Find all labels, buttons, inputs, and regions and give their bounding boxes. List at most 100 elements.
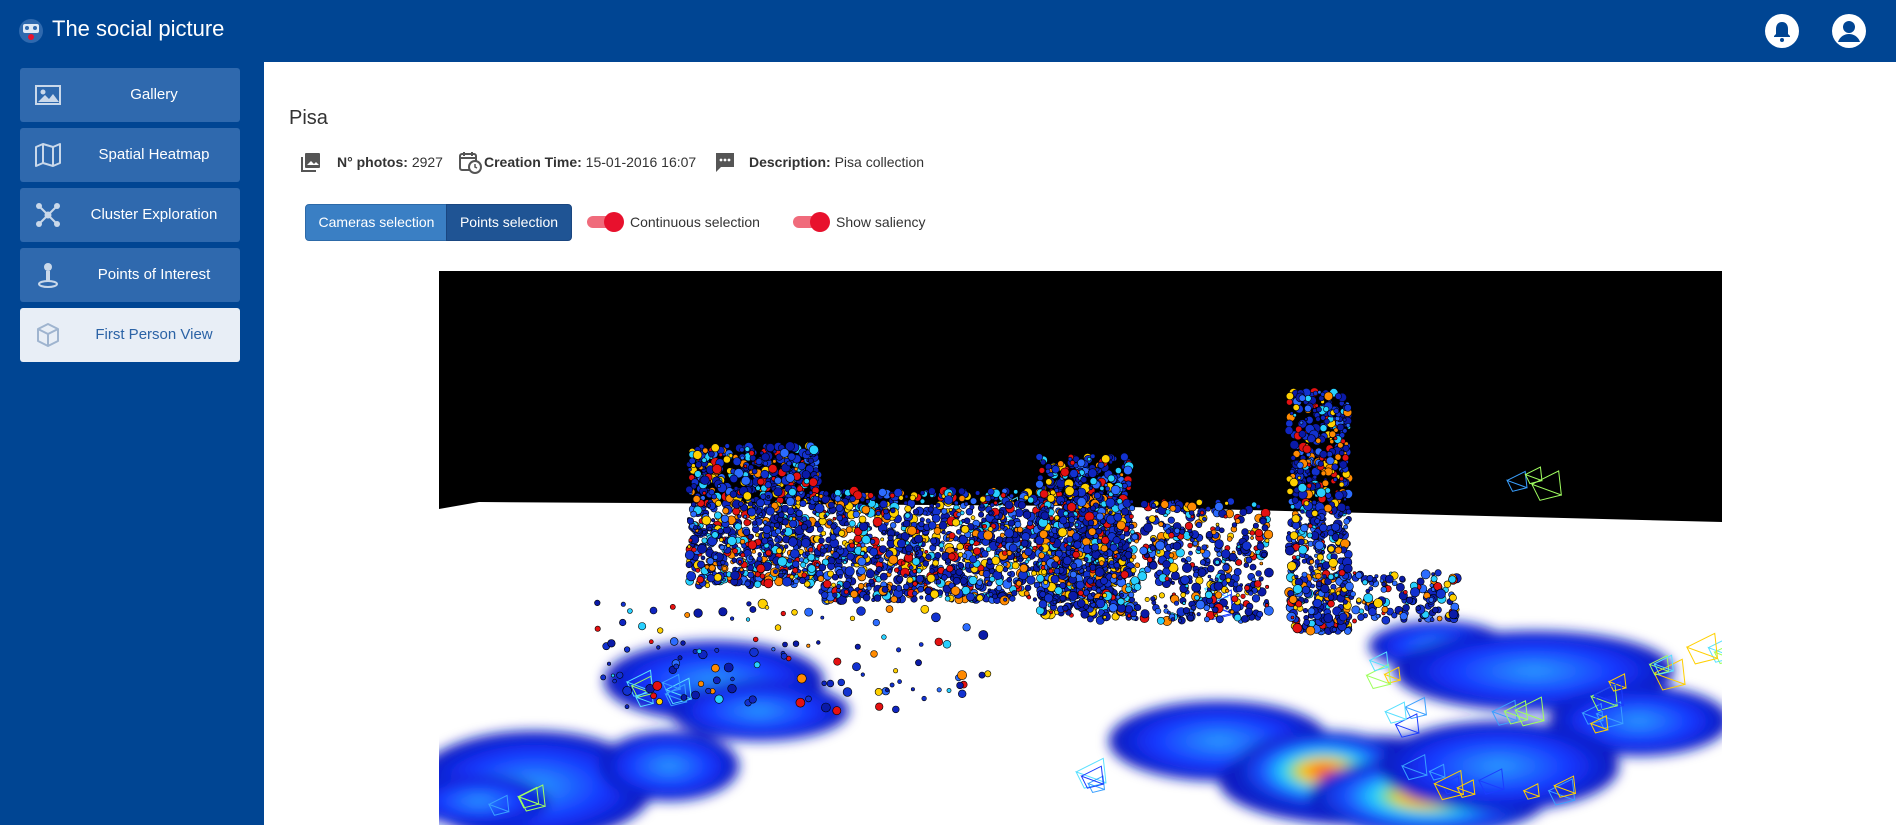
cloud-point <box>1449 593 1457 602</box>
cloud-point <box>1248 590 1254 596</box>
cloud-point <box>729 490 738 498</box>
cloud-point <box>739 567 744 572</box>
cloud-point <box>1344 404 1352 412</box>
cloud-point <box>1115 467 1122 474</box>
cloud-point <box>808 444 819 455</box>
cloud-point <box>1149 561 1158 570</box>
cloud-point <box>1296 461 1304 469</box>
cloud-point <box>1180 557 1186 563</box>
cloud-point <box>798 557 804 563</box>
cloud-point <box>1122 498 1132 508</box>
cloud-point <box>878 557 884 563</box>
cloud-point <box>1197 568 1207 577</box>
cloud-point <box>1430 575 1438 583</box>
cloud-point <box>616 671 624 679</box>
point-cloud-canvas[interactable] <box>439 271 1722 825</box>
points-selection-button[interactable]: Points selection <box>446 204 572 241</box>
cloud-point <box>1356 597 1362 603</box>
cloud-point <box>711 531 719 539</box>
cloud-point <box>742 491 752 501</box>
cloud-point <box>1013 557 1018 562</box>
cloud-point <box>1292 584 1303 594</box>
cloud-point <box>1168 552 1175 559</box>
cloud-point <box>1080 507 1086 513</box>
cloud-point <box>1068 516 1076 524</box>
cloud-point <box>1298 394 1306 402</box>
cloud-point <box>1212 606 1219 613</box>
bell-icon[interactable] <box>1764 13 1800 49</box>
cloud-point <box>771 647 776 652</box>
cloud-point <box>1343 497 1347 502</box>
cloud-point <box>1069 469 1079 478</box>
cloud-point <box>806 643 811 648</box>
cloud-point <box>1249 563 1257 571</box>
cloud-point <box>638 622 647 631</box>
cloud-point <box>1304 417 1308 421</box>
cloud-point <box>983 530 993 541</box>
cloud-point <box>722 566 728 572</box>
cloud-point <box>1177 618 1182 623</box>
cloud-point <box>1089 599 1094 604</box>
cloud-point <box>714 647 720 653</box>
cloud-point <box>818 563 827 572</box>
cloud-point <box>1316 553 1324 561</box>
show-saliency-toggle[interactable] <box>793 212 831 232</box>
cloud-point <box>1123 465 1133 476</box>
cloud-point <box>695 567 701 573</box>
cloud-point <box>1240 593 1246 599</box>
cameras-selection-button[interactable]: Cameras selection <box>305 204 448 241</box>
cloud-point <box>879 572 888 581</box>
sidebar-item-gallery[interactable]: Gallery <box>20 68 240 122</box>
cloud-point <box>1256 610 1264 618</box>
sidebar-item-points-of-interest[interactable]: Points of Interest <box>20 248 240 302</box>
cloud-point <box>1436 615 1443 622</box>
cloud-point <box>821 680 827 686</box>
cloud-point <box>1196 513 1201 518</box>
cloud-point <box>1109 543 1118 552</box>
cloud-point <box>915 551 919 555</box>
cloud-point <box>773 569 778 574</box>
cloud-point <box>1057 460 1065 468</box>
cloud-point <box>696 575 704 584</box>
cloud-point <box>823 514 828 518</box>
sidebar-item-first-person-view[interactable]: First Person View <box>20 308 240 362</box>
cloud-point <box>1073 540 1082 549</box>
cloud-point <box>1111 573 1118 579</box>
cloud-point <box>1041 561 1046 566</box>
cloud-point <box>885 605 894 613</box>
cloud-point <box>834 495 842 502</box>
sidebar: Gallery Spatial Heatmap Cluster Explorat… <box>0 62 264 825</box>
cloud-point <box>711 493 717 500</box>
cloud-point <box>1292 413 1297 418</box>
cloud-point <box>1316 487 1327 498</box>
cloud-point <box>1037 474 1044 482</box>
cloud-point <box>951 518 960 527</box>
cloud-point <box>748 450 755 456</box>
sidebar-item-cluster-exploration[interactable]: Cluster Exploration <box>20 188 240 242</box>
account-icon[interactable] <box>1831 13 1867 49</box>
cloud-point <box>1290 455 1296 461</box>
cloud-point <box>764 481 772 489</box>
cloud-point <box>1180 592 1187 598</box>
first-person-3d-viewer[interactable] <box>439 271 1722 825</box>
continuous-selection-toggle[interactable] <box>587 212 625 232</box>
sidebar-item-spatial-heatmap[interactable]: Spatial Heatmap <box>20 128 240 182</box>
cloud-point <box>943 495 954 505</box>
cloud-point <box>1301 571 1308 578</box>
cloud-point <box>904 494 909 499</box>
cloud-point <box>1130 529 1135 535</box>
cloud-point <box>627 608 633 614</box>
cloud-point <box>1288 595 1298 604</box>
cloud-point <box>854 643 861 650</box>
cloud-point <box>1256 542 1265 551</box>
cloud-point <box>1080 523 1085 528</box>
cloud-point <box>768 464 778 474</box>
cloud-point <box>704 564 710 570</box>
cloud-point <box>1314 540 1325 551</box>
cloud-point <box>1124 605 1134 614</box>
cloud-point <box>755 458 763 466</box>
cloud-point <box>1075 580 1085 590</box>
cloud-point <box>1224 501 1229 506</box>
cloud-point <box>921 695 927 702</box>
cloud-point <box>890 595 898 603</box>
